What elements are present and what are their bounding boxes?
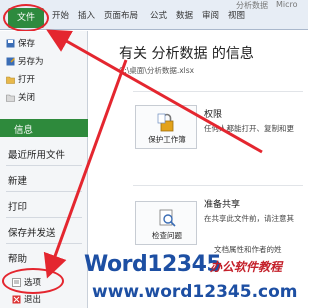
nav-exit[interactable]: 退出 xyxy=(12,293,41,305)
exit-icon xyxy=(12,295,21,304)
tab-page-layout[interactable]: 页面布局 xyxy=(104,9,138,21)
nav-close[interactable]: 关闭 xyxy=(6,91,35,103)
inspect-document-icon xyxy=(159,209,176,227)
close-doc-icon xyxy=(6,93,15,102)
nav-help[interactable]: 帮助 xyxy=(8,251,27,265)
section-divider xyxy=(133,91,303,92)
nav-divider xyxy=(6,165,82,166)
file-tab-highlight xyxy=(3,4,49,32)
section-divider xyxy=(133,185,303,186)
page-title: 有关 分析数据 的信息 xyxy=(119,46,254,62)
tab-home[interactable]: 开始 xyxy=(52,9,69,21)
check-issues-label: 检查问题 xyxy=(152,231,182,240)
window-title-suffix: Micro xyxy=(276,0,298,9)
nav-print[interactable]: 打印 xyxy=(8,199,27,213)
tab-formulas[interactable]: 公式 xyxy=(150,9,167,21)
tab-review[interactable]: 审阅 xyxy=(202,9,219,21)
nav-save-as[interactable]: 另存为 xyxy=(6,55,44,67)
nav-info-label: 信息 xyxy=(14,125,34,136)
tab-insert[interactable]: 插入 xyxy=(78,9,95,21)
backstage-nav: 保存 另存为 打开 关闭 信息 最近所用文件 新建 打印 保存并发送 帮助 选项… xyxy=(0,31,88,308)
save-icon xyxy=(6,39,15,48)
nav-divider xyxy=(6,217,82,218)
check-issues-button[interactable]: 检查问题 xyxy=(135,201,197,245)
prepare-heading: 准备共享 xyxy=(204,200,241,210)
nav-divider xyxy=(6,243,82,244)
protect-workbook-label: 保护工作簿 xyxy=(148,135,186,144)
protect-workbook-button[interactable]: 保护工作簿 xyxy=(135,105,197,149)
lock-icon xyxy=(157,113,174,132)
nav-open[interactable]: 打开 xyxy=(6,73,35,85)
nav-recent[interactable]: 最近所用文件 xyxy=(8,147,65,161)
prepare-text: 在共享此文件前，请注意其 xyxy=(204,214,294,223)
nav-save[interactable]: 保存 xyxy=(6,37,35,49)
open-folder-icon xyxy=(6,75,15,84)
nav-save-as-label: 另存为 xyxy=(18,57,44,67)
permissions-heading: 权限 xyxy=(204,110,223,120)
nav-new[interactable]: 新建 xyxy=(8,173,27,187)
nav-info[interactable]: 信息 xyxy=(0,119,88,137)
nav-divider xyxy=(6,191,82,192)
watermark: Word12345 办公软件教程 xyxy=(84,252,308,284)
watermark-logo: Word12345 xyxy=(84,252,222,277)
watermark-url: www.word12345.com xyxy=(92,282,298,302)
watermark-tagline: 办公软件教程 xyxy=(210,260,283,274)
file-path: C:\桌面\分析数据.xlsx xyxy=(119,66,195,75)
save-as-icon xyxy=(6,57,16,66)
permissions-text: 任何人都能打开、复制和更 xyxy=(204,124,294,133)
nav-close-label: 关闭 xyxy=(18,93,36,103)
options-highlight xyxy=(2,268,64,294)
window-title: 分析数据 xyxy=(236,1,268,10)
nav-exit-label: 退出 xyxy=(24,295,42,305)
tab-data[interactable]: 数据 xyxy=(176,9,193,21)
nav-save-send[interactable]: 保存并发送 xyxy=(8,225,56,239)
nav-open-label: 打开 xyxy=(18,75,36,85)
nav-save-label: 保存 xyxy=(18,39,36,49)
